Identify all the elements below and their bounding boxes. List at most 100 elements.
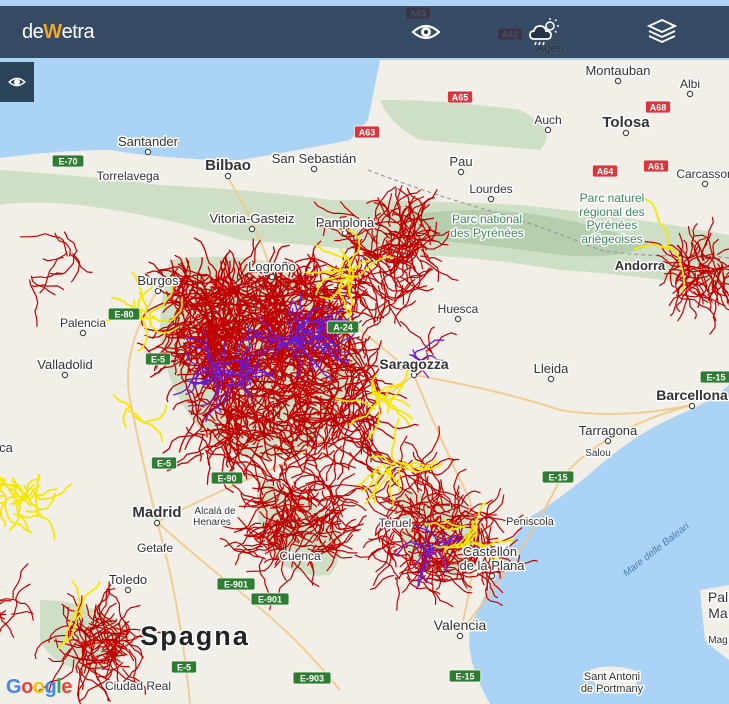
city-name: Huesca bbox=[438, 302, 479, 316]
city-name: ca bbox=[0, 440, 14, 455]
city-label: Torrelavega bbox=[95, 168, 161, 185]
park-label: ariégeoises bbox=[581, 232, 642, 246]
layers-icon bbox=[647, 19, 677, 43]
city-name: Ma bbox=[708, 605, 728, 621]
badge-label: A68 bbox=[650, 103, 667, 113]
badge-label: E-80 bbox=[114, 310, 133, 320]
city-dot bbox=[124, 586, 132, 594]
city-name: Santander bbox=[118, 134, 179, 149]
city-name: Salou bbox=[585, 448, 611, 459]
road-badge: E-901 bbox=[250, 592, 290, 606]
city-dot bbox=[456, 632, 464, 640]
city-name: Torrelavega bbox=[97, 169, 160, 183]
city-label: Salou bbox=[584, 447, 613, 461]
city-dot bbox=[544, 126, 552, 134]
city-name: Sant Antoni bbox=[584, 671, 640, 683]
side-toggle-button[interactable] bbox=[0, 62, 34, 102]
city-name: de la Plana bbox=[459, 558, 525, 573]
motorway-badge: A64 bbox=[592, 164, 619, 178]
city-name: Andorra bbox=[615, 258, 666, 273]
city-name: Mag bbox=[708, 635, 727, 646]
city-name: Lourdes bbox=[469, 182, 512, 196]
city-label: Peniscola bbox=[505, 515, 557, 530]
city-dot bbox=[487, 195, 495, 203]
city-name: Alcalá de bbox=[194, 506, 236, 517]
view-button[interactable] bbox=[406, 14, 446, 50]
app-logo: deWetra bbox=[22, 21, 95, 43]
road-badge: E-901 bbox=[216, 577, 256, 591]
badge-label: A64 bbox=[597, 167, 614, 177]
weather-button[interactable] bbox=[524, 14, 564, 50]
city-name: Valladolid bbox=[37, 357, 92, 372]
motorway-badge: A61 bbox=[643, 159, 670, 173]
badge-label: E-5 bbox=[151, 355, 165, 365]
city-dot bbox=[604, 437, 612, 445]
badge-label: E-5 bbox=[177, 663, 191, 673]
city-name: Auch bbox=[534, 113, 561, 127]
road-badge: E-80 bbox=[107, 307, 141, 321]
park-label: Parc national bbox=[452, 212, 522, 226]
city-name: Pal bbox=[708, 589, 728, 605]
city-dot bbox=[622, 129, 630, 137]
city-name: Albi bbox=[680, 77, 700, 91]
badge-label: E-901 bbox=[258, 595, 282, 605]
road-badge: E-5 bbox=[150, 456, 177, 470]
base-map bbox=[0, 0, 729, 704]
city-name: Cuenca bbox=[279, 549, 321, 563]
park-label: Pyrénées bbox=[587, 218, 638, 232]
city-name: Lleida bbox=[534, 361, 569, 376]
city-name: Palencia bbox=[60, 316, 106, 330]
badge-label: E-15 bbox=[548, 473, 567, 483]
city-label: de Portmany bbox=[579, 682, 645, 697]
city-dot bbox=[224, 172, 232, 180]
city-dot bbox=[153, 519, 161, 527]
city-dot bbox=[310, 165, 318, 173]
city-dot bbox=[79, 329, 87, 337]
eye-icon bbox=[8, 77, 26, 87]
google-attribution: Google bbox=[6, 676, 72, 698]
city-dot bbox=[614, 77, 622, 85]
badge-label: E-90 bbox=[217, 474, 236, 484]
city-dot bbox=[144, 148, 152, 156]
city-name: Tolosa bbox=[602, 114, 650, 131]
city-name: Bilbao bbox=[205, 157, 251, 174]
city-label: Henares bbox=[192, 516, 233, 530]
badge-label: E-903 bbox=[300, 674, 324, 684]
park-label: Parc naturel bbox=[580, 191, 645, 205]
city-dot bbox=[154, 287, 162, 295]
city-name: Vitoria-Gasteiz bbox=[209, 211, 294, 226]
city-name: Ciudad Real bbox=[105, 679, 171, 693]
badge-label: E-70 bbox=[58, 157, 77, 167]
city-name: Barcellona bbox=[656, 387, 728, 403]
road-badge: A-24 bbox=[326, 320, 360, 334]
park-label: des Pyrénées bbox=[450, 226, 523, 240]
road-badge: E-15 bbox=[699, 370, 729, 384]
city-label: ca bbox=[0, 439, 15, 457]
road-badge: E-15 bbox=[448, 669, 482, 683]
city-name: de Portmany bbox=[581, 683, 644, 695]
road-badge: E-5 bbox=[170, 660, 197, 674]
road-badge: E-5 bbox=[144, 352, 171, 366]
layers-button[interactable] bbox=[642, 14, 682, 50]
city-name: Logroño bbox=[248, 259, 296, 274]
city-name: Montauban bbox=[585, 63, 650, 78]
map-svg[interactable]: A63A62A65A68A63A64A61E-70E-80E-5E-5E-90E… bbox=[0, 0, 729, 704]
city-label: Cuenca bbox=[278, 548, 323, 565]
cloud-sun-rain-icon bbox=[529, 18, 559, 46]
motorway-badge: A63 bbox=[353, 125, 380, 139]
city-name: Pamplona bbox=[316, 215, 375, 230]
city-dot bbox=[488, 572, 496, 580]
badge-label: E-15 bbox=[706, 373, 725, 383]
map-canvas[interactable]: A63A62A65A68A63A64A61E-70E-80E-5E-5E-90E… bbox=[0, 0, 729, 704]
city-dot bbox=[547, 375, 555, 383]
city-dot bbox=[410, 371, 418, 379]
badge-label: A65 bbox=[452, 93, 469, 103]
city-dot bbox=[61, 371, 69, 379]
top-toolbar: deWetra bbox=[0, 6, 729, 58]
city-label: Ciudad Real bbox=[103, 678, 172, 695]
park-label: régional des bbox=[579, 205, 644, 219]
city-name: Teruel bbox=[379, 516, 412, 530]
city-dot bbox=[268, 273, 276, 281]
city-label: Pal bbox=[706, 588, 729, 607]
city-label: Sant Antoni bbox=[582, 670, 641, 685]
